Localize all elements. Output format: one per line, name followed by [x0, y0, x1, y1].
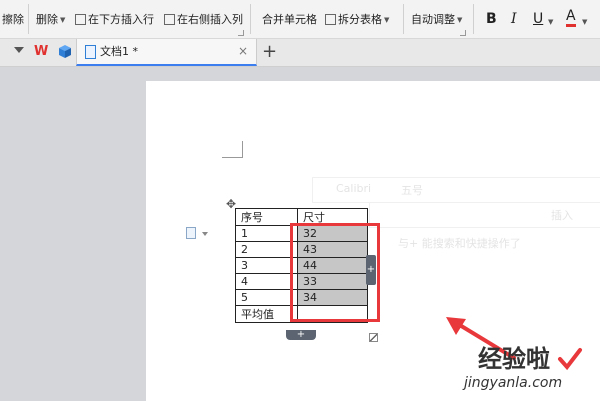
document-page[interactable]: Calibri 五号 插入 与+ 能搜索和快捷操作了 ✥ 序号 尺寸 1 32 … — [146, 81, 600, 401]
split-table-label: 拆分表格 — [338, 13, 382, 26]
divider — [28, 4, 29, 34]
floating-hint: 与+ 能搜索和快捷操作了 — [398, 237, 521, 250]
merge-cells-button[interactable]: 合并单元格 — [262, 11, 317, 29]
auto-fit-button[interactable]: 自动调整 ▼ — [411, 11, 462, 29]
font-color-dropdown[interactable]: ▼ — [580, 13, 587, 31]
watermark-text: 经验啦 — [478, 345, 550, 373]
font-color-button[interactable]: A — [566, 8, 576, 27]
table-cell[interactable]: 5 — [235, 289, 298, 306]
add-column-handle[interactable]: + — [366, 255, 376, 285]
insert-column-right-label: 在右侧插入列 — [177, 13, 243, 26]
chevron-down-icon: ▼ — [457, 16, 463, 24]
tab-bar: W 文档1 * × + — [0, 39, 600, 67]
checkmark-icon — [558, 348, 582, 371]
table-cell[interactable]: 2 — [235, 241, 298, 258]
watermark-url: jingyanla.com — [464, 375, 563, 391]
insert-row-below-button[interactable]: 在下方插入行 — [75, 11, 154, 29]
margin-corner-mark — [222, 141, 243, 158]
tab-menu-icon[interactable] — [14, 47, 24, 53]
floating-toolbar-row-1 — [312, 177, 600, 203]
table-cell[interactable]: 3 — [235, 257, 298, 274]
wps-logo-icon[interactable]: W — [34, 45, 48, 59]
auto-fit-label: 自动调整 — [411, 13, 455, 26]
erase-button[interactable]: 擦除 — [2, 11, 24, 29]
divider — [403, 4, 404, 34]
tab-document[interactable]: 文档1 * × — [76, 39, 257, 66]
table-cell[interactable]: 1 — [235, 225, 298, 242]
divider — [250, 4, 251, 34]
chevron-down-icon: ▼ — [60, 16, 66, 24]
chevron-down-icon: ▼ — [384, 16, 390, 24]
tab-document-label: 文档1 * — [100, 45, 138, 58]
chevron-down-icon[interactable] — [202, 232, 208, 236]
floating-toolbar-row-2 — [369, 202, 600, 228]
chevron-down-icon: ▼ — [582, 18, 588, 26]
close-icon[interactable]: × — [238, 44, 248, 58]
ribbon-toolbar: 擦除 删除 ▼ 在下方插入行 在右侧插入列 合并单元格 拆分表格 ▼ 自动调整 ▼ B… — [0, 0, 600, 39]
erase-label: 擦除 — [2, 13, 24, 26]
document-icon — [85, 45, 96, 59]
chevron-down-icon: ▼ — [548, 18, 554, 26]
insert-row-icon — [75, 14, 86, 25]
delete-button[interactable]: 删除 ▼ — [36, 11, 65, 29]
insert-row-below-label: 在下方插入行 — [88, 13, 154, 26]
cube-icon[interactable] — [58, 44, 72, 59]
paragraph-icon[interactable] — [186, 227, 196, 239]
table-cell[interactable]: 平均值 — [235, 305, 298, 323]
delete-label: 删除 — [36, 13, 58, 26]
split-table-icon — [325, 14, 336, 25]
split-table-button[interactable]: 拆分表格 ▼ — [325, 11, 389, 29]
group-expand-icon[interactable] — [460, 30, 466, 36]
divider — [473, 4, 474, 34]
table-header-cell[interactable]: 序号 — [235, 208, 298, 226]
add-row-handle[interactable]: + — [286, 330, 316, 340]
bold-button[interactable]: B — [486, 10, 497, 28]
table-resize-handle-icon[interactable] — [369, 333, 378, 342]
insert-column-icon — [164, 14, 175, 25]
underline-dropdown[interactable]: ▼ — [546, 13, 553, 31]
group-expand-icon[interactable] — [238, 30, 244, 36]
new-tab-button[interactable]: + — [262, 42, 277, 62]
table-cell[interactable]: 4 — [235, 273, 298, 290]
insert-column-right-button[interactable]: 在右侧插入列 — [164, 11, 243, 29]
merge-cells-label: 合并单元格 — [262, 13, 317, 26]
italic-button[interactable]: I — [511, 10, 517, 28]
underline-button[interactable]: U — [533, 10, 543, 28]
